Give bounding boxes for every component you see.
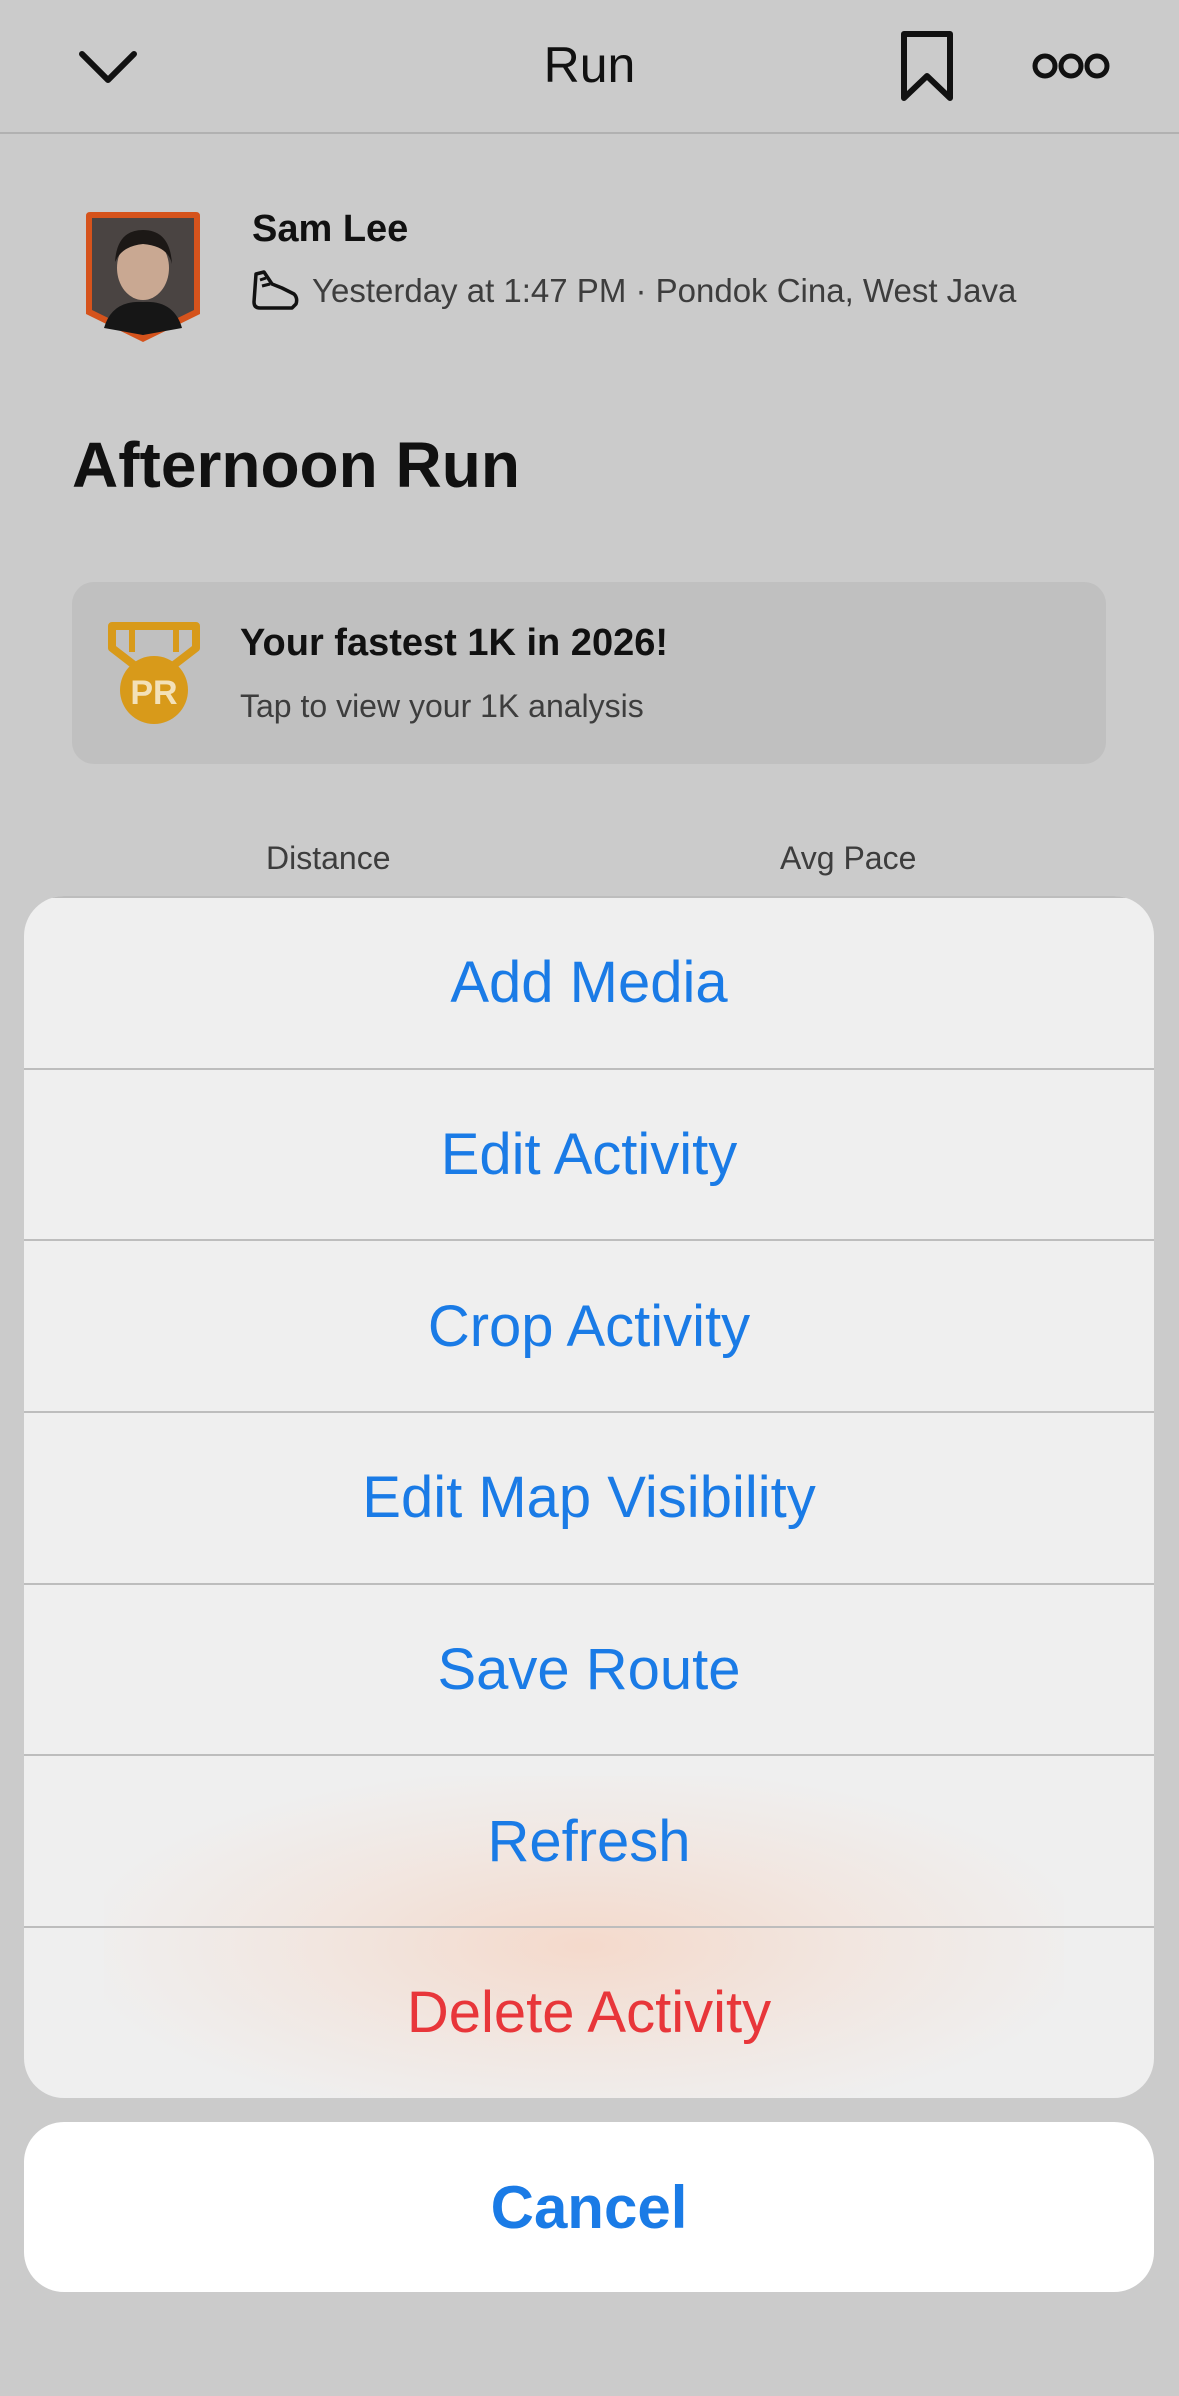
pr-card[interactable]: PR Your fastest 1K in 2026! Tap to view … bbox=[72, 582, 1106, 764]
activity-page: Run Sam Lee Yesterday at 1:47 PM · Pondo… bbox=[0, 0, 1179, 2396]
save-route-button[interactable]: Save Route bbox=[24, 1582, 1154, 1755]
bookmark-icon[interactable] bbox=[898, 30, 956, 102]
page-title: Run bbox=[543, 37, 636, 93]
edit-activity-button[interactable]: Edit Activity bbox=[24, 1067, 1154, 1240]
top-bar: Run bbox=[0, 0, 1179, 134]
add-media-button[interactable]: Add Media bbox=[24, 896, 1154, 1068]
activity-title: Afternoon Run bbox=[72, 429, 520, 501]
crop-activity-button[interactable]: Crop Activity bbox=[24, 1239, 1154, 1411]
running-shoe-icon bbox=[252, 270, 299, 310]
avatar[interactable] bbox=[82, 210, 204, 344]
athlete-name[interactable]: Sam Lee bbox=[252, 208, 408, 251]
cancel-button[interactable]: Cancel bbox=[24, 2122, 1154, 2292]
delete-activity-button[interactable]: Delete Activity bbox=[24, 1926, 1154, 2098]
edit-map-visibility-button[interactable]: Edit Map Visibility bbox=[24, 1411, 1154, 1583]
pr-subtitle: Tap to view your 1K analysis bbox=[240, 688, 644, 724]
pr-medal-icon: PR bbox=[108, 622, 200, 724]
pr-badge-text: PR bbox=[130, 674, 177, 712]
more-horizontal-icon[interactable] bbox=[1032, 46, 1110, 86]
activity-meta: Yesterday at 1:47 PM · Pondok Cina, West… bbox=[312, 272, 1017, 309]
avg-pace-label: Avg Pace bbox=[780, 840, 917, 876]
refresh-button[interactable]: Refresh bbox=[24, 1754, 1154, 1926]
action-sheet: Add Media Edit Activity Crop Activity Ed… bbox=[24, 896, 1154, 2098]
pr-title: Your fastest 1K in 2026! bbox=[240, 622, 669, 664]
distance-label: Distance bbox=[266, 840, 391, 876]
